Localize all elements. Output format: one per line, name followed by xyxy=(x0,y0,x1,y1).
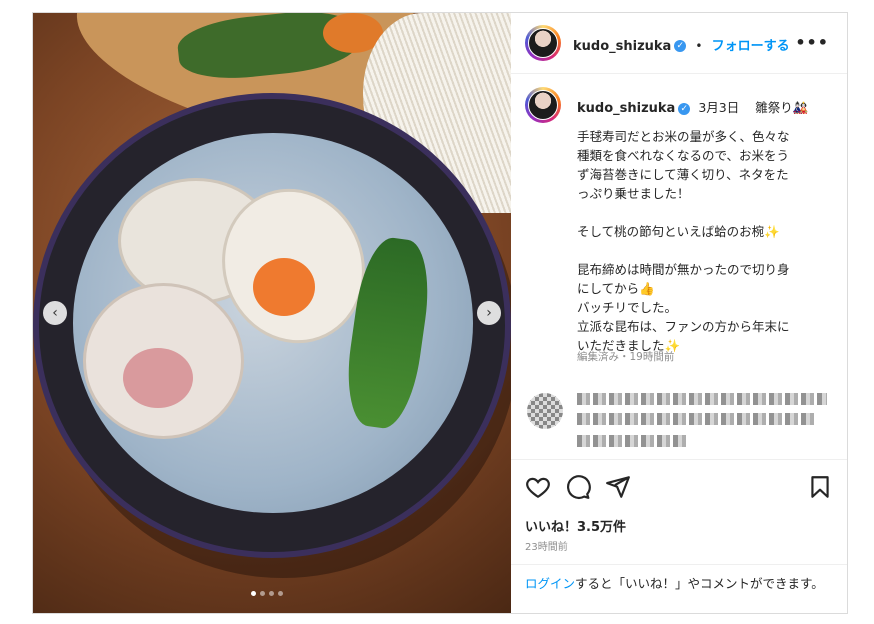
post-header: kudo_shizuka ✓ • フォローする ••• xyxy=(511,13,847,74)
blurred-text xyxy=(577,413,817,425)
more-options-icon[interactable]: ••• xyxy=(795,33,829,52)
chevron-left-icon: ‹ xyxy=(52,305,58,321)
slide-dot xyxy=(251,591,256,596)
login-prompt-text: すると「いいね！」やコメントができます。 xyxy=(575,576,824,591)
slide-dot xyxy=(269,591,274,596)
slide-indicator xyxy=(251,591,283,596)
comment-icon[interactable] xyxy=(565,474,591,500)
avatar[interactable] xyxy=(525,87,561,123)
slide-dot xyxy=(260,591,265,596)
caption-title: 雛祭り🎎 xyxy=(755,100,809,115)
username-link[interactable]: kudo_shizuka xyxy=(573,39,671,54)
post-sidebar: kudo_shizuka ✓ • フォローする ••• kudo_shizuka ✓… xyxy=(511,13,847,613)
post-photo[interactable]: ‹ › xyxy=(33,13,511,613)
like-count[interactable]: いいね！3.5万件 xyxy=(525,516,626,535)
blurred-comment xyxy=(527,385,827,455)
salmon-roe xyxy=(253,258,315,316)
previous-slide-button[interactable]: ‹ xyxy=(43,301,67,325)
caption-username-link[interactable]: kudo_shizuka xyxy=(577,101,675,116)
follow-button[interactable]: フォローする xyxy=(712,39,790,54)
chevron-right-icon: › xyxy=(486,305,492,321)
header-user-row: kudo_shizuka ✓ • フォローする xyxy=(573,35,790,54)
post-timestamp[interactable]: 23時間前 xyxy=(525,538,568,553)
login-link[interactable]: ログイン xyxy=(525,576,575,591)
action-bar: いいね！3.5万件 23時間前 ログインすると「いいね！」やコメントができます。 xyxy=(511,459,847,614)
login-prompt: ログインすると「いいね！」やコメントができます。 xyxy=(511,564,847,603)
heart-icon[interactable] xyxy=(525,474,551,500)
blurred-text xyxy=(577,435,687,447)
avatar[interactable] xyxy=(525,25,561,61)
caption-body: 手毬寿司だとお米の量が多く、色々な 種類を食べれなくなるので、お米をう ず海苔巻… xyxy=(577,129,790,353)
clam-meat xyxy=(123,348,193,408)
separator: • xyxy=(695,39,703,53)
caption-header: kudo_shizuka ✓ 3月3日 雛祭り🎎 xyxy=(577,97,808,116)
caption-date: 3月3日 xyxy=(698,100,740,115)
blurred-avatar xyxy=(527,393,563,429)
blurred-text xyxy=(577,393,827,405)
bookmark-icon[interactable] xyxy=(807,474,833,500)
verified-badge-icon: ✓ xyxy=(678,102,691,115)
next-slide-button[interactable]: › xyxy=(477,301,501,325)
caption-meta: 編集済み・19時間前 xyxy=(577,351,675,363)
slide-dot xyxy=(278,591,283,596)
verified-badge-icon: ✓ xyxy=(674,39,687,52)
send-icon[interactable] xyxy=(605,474,631,500)
instagram-post: ‹ › kudo_shizuka ✓ • フォローする ••• kudo_shiz… xyxy=(32,12,848,614)
